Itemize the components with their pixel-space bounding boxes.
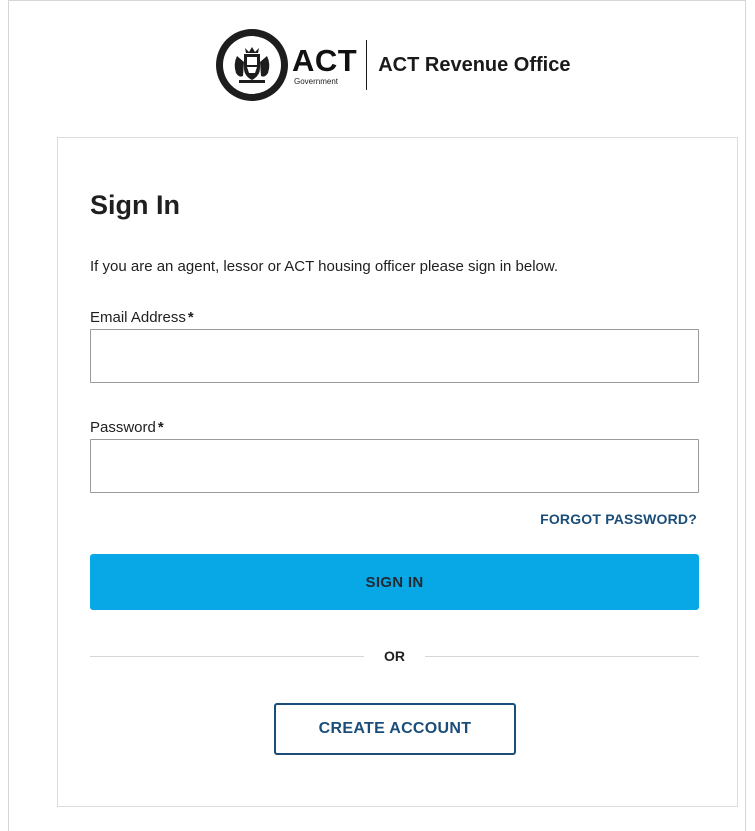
sign-in-button[interactable]: SIGN IN xyxy=(90,554,699,610)
signin-intro-text: If you are an agent, lessor or ACT housi… xyxy=(90,258,559,275)
required-marker: * xyxy=(157,419,164,436)
signin-card: Sign In If you are an agent, lessor or A… xyxy=(57,137,738,807)
email-label-text: Email Address xyxy=(90,309,186,326)
act-government-crest-icon xyxy=(216,29,288,101)
logo-divider xyxy=(366,40,368,90)
or-divider: OR xyxy=(90,646,699,666)
or-text: OR xyxy=(384,648,405,664)
logo-text: ACT xyxy=(292,42,358,78)
act-wordmark: ACT Government xyxy=(292,45,357,86)
office-name: ACT Revenue Office xyxy=(378,53,571,76)
divider-line xyxy=(425,655,699,657)
logo-subtext: Government xyxy=(294,76,339,86)
header-logo: ACT Government ACT Revenue Office xyxy=(216,28,570,102)
divider-line xyxy=(90,655,364,657)
password-label: Password * xyxy=(90,419,164,436)
required-marker: * xyxy=(187,309,194,326)
email-field[interactable] xyxy=(90,329,699,383)
page-title: Sign In xyxy=(90,190,180,220)
create-account-button[interactable]: CREATE ACCOUNT xyxy=(274,703,516,755)
password-field[interactable] xyxy=(90,439,699,493)
password-label-text: Password xyxy=(90,419,156,436)
email-label: Email Address * xyxy=(90,309,194,326)
forgot-password-link[interactable]: FORGOT PASSWORD? xyxy=(540,511,697,527)
